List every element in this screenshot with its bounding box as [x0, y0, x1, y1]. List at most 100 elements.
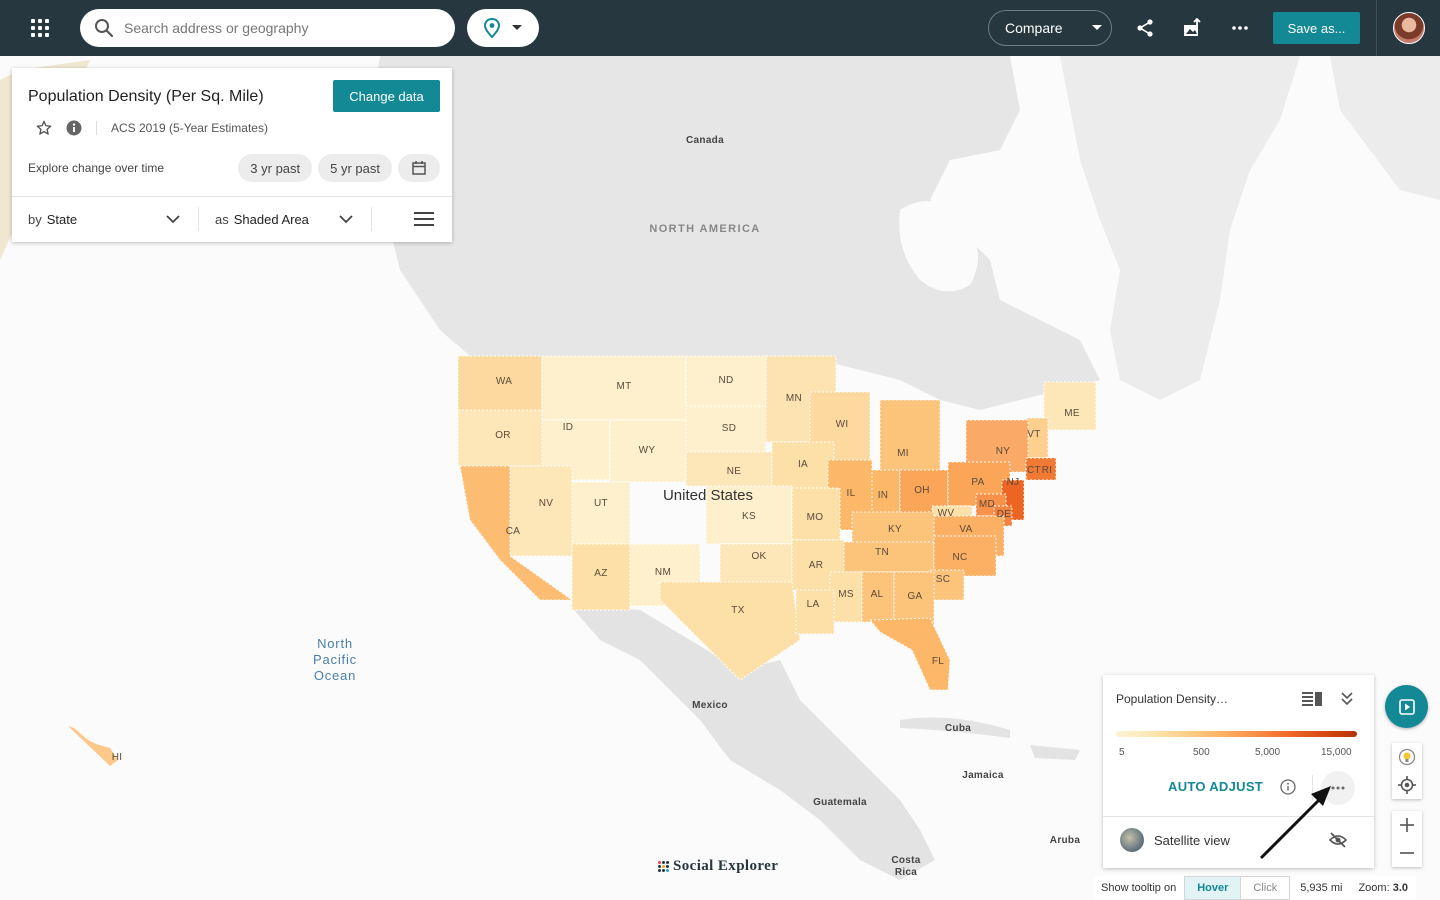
tooltip-click-option[interactable]: Click [1240, 877, 1289, 899]
state-label-nd: ND [718, 375, 733, 386]
calendar-icon [412, 161, 426, 175]
brand-name: Social Explorer [673, 858, 779, 874]
state-label-sd: SD [722, 423, 737, 434]
state-label-mt: MT [616, 381, 631, 392]
state-label-id: ID [563, 422, 574, 433]
state-label-mo: MO [807, 512, 824, 523]
state-label-pa: PA [971, 477, 984, 488]
label-ocean-1: North [317, 636, 353, 651]
state-label-wa: WA [496, 376, 512, 387]
state-label-me: ME [1064, 408, 1080, 419]
state-label-ri: RI [1042, 465, 1053, 476]
state-label-nv: NV [539, 498, 554, 509]
by-prefix: by [28, 211, 42, 227]
search-icon [95, 19, 114, 38]
as-shaded-area-dropdown[interactable]: as Shaded Area [199, 212, 371, 227]
state-label-ny: NY [996, 446, 1011, 457]
change-data-button[interactable]: Change data [333, 80, 440, 112]
collapse-legend-icon[interactable] [1341, 692, 1353, 706]
state-label-ok: OK [751, 551, 766, 562]
apps-grid-icon[interactable] [28, 16, 52, 40]
search-bar[interactable] [80, 9, 455, 47]
satellite-view-label[interactable]: Satellite view [1154, 833, 1230, 848]
zoom-out-icon[interactable] [1392, 839, 1422, 867]
share-icon[interactable] [1133, 16, 1157, 40]
state-label-wi: WI [836, 419, 849, 430]
map-pin-icon [483, 18, 501, 38]
save-as-button[interactable]: Save as... [1273, 12, 1360, 44]
survey-label[interactable]: ACS 2019 (5-Year Estimates) [111, 121, 268, 135]
state-label-wy: WY [639, 445, 656, 456]
legend-title: Population Density… [1116, 692, 1229, 706]
label-jamaica: Jamaica [962, 770, 1004, 781]
scale-label: 5,935 mi [1300, 882, 1343, 894]
label-united-states: United States [663, 487, 753, 504]
brand-logo: Social Explorer [658, 858, 778, 875]
export-image-icon[interactable] [1180, 16, 1204, 40]
more-horizontal-icon[interactable] [1228, 16, 1252, 40]
state-label-ga: GA [907, 591, 922, 602]
calendar-button[interactable] [398, 154, 440, 182]
compare-button[interactable]: Compare [988, 10, 1112, 46]
tooltip-hover-option[interactable]: Hover [1185, 877, 1241, 899]
satellite-thumbnail[interactable] [1120, 828, 1144, 852]
auto-adjust-button[interactable]: AUTO ADJUST [1168, 779, 1263, 794]
state-label-wv: WV [938, 508, 955, 519]
as-prefix: as [215, 211, 229, 227]
state-label-tn: TN [875, 547, 889, 558]
chevron-down-icon [1091, 25, 1102, 30]
data-panel: Population Density (Per Sq. Mile) Change… [12, 68, 452, 242]
info-icon[interactable] [66, 120, 82, 136]
state-label-ca: CA [506, 526, 521, 537]
label-aruba: Aruba [1050, 835, 1081, 846]
zoom-level: Zoom: 3.0 [1358, 882, 1416, 894]
chevron-down-icon [339, 214, 353, 223]
my-location-icon[interactable] [1392, 771, 1422, 799]
chip-3yr-past[interactable]: 3 yr past [238, 154, 313, 182]
by-state-dropdown[interactable]: by State [28, 212, 198, 227]
zoom-in-icon[interactable] [1392, 811, 1422, 839]
state-label-de: DE [997, 509, 1012, 520]
location-controls [1392, 743, 1422, 799]
state-label-ms: MS [838, 589, 854, 600]
state-label-in: IN [878, 490, 889, 501]
bottom-status-bar: Show tooltip on Hover Click 5,935 mi Zoo… [1093, 876, 1416, 900]
user-avatar[interactable] [1393, 12, 1425, 44]
chip-5yr-past[interactable]: 5 yr past [318, 154, 392, 182]
zoom-controls [1392, 811, 1422, 867]
legend-tick: 500 [1193, 747, 1210, 758]
search-input[interactable] [124, 20, 424, 36]
layer-menu-button[interactable] [372, 212, 440, 226]
state-label-tx: TX [731, 605, 744, 616]
state-label-mi: MI [897, 448, 909, 459]
compare-label: Compare [1005, 20, 1063, 36]
data-meta: ACS 2019 (5-Year Estimates) [36, 120, 268, 136]
label-cuba: Cuba [945, 723, 971, 734]
state-label-la: LA [807, 599, 820, 610]
annotation-arrow [1259, 786, 1331, 860]
play-box-icon [1398, 698, 1415, 715]
state-label-va: VA [959, 524, 972, 535]
state-label-ar: AR [809, 560, 824, 571]
legend-tick: 15,000 [1321, 747, 1352, 758]
explore-row: Explore change over time 3 yr past 5 yr … [28, 154, 440, 182]
meta-separator [96, 121, 97, 135]
topbar-divider [1376, 0, 1377, 56]
legend-layout-icon[interactable] [1302, 692, 1322, 706]
lightbulb-pin-icon[interactable] [1392, 743, 1422, 771]
chevron-down-icon [512, 25, 522, 30]
star-icon[interactable] [36, 120, 52, 136]
presentation-button[interactable] [1385, 685, 1428, 728]
tooltip-toggle: Hover Click [1184, 876, 1291, 900]
label-canada: Canada [686, 135, 724, 146]
state-label-az: AZ [594, 568, 607, 579]
legend-tick: 5 [1119, 747, 1125, 758]
label-costa-rica-2: Rica [895, 867, 917, 878]
label-ocean-3: Ocean [314, 668, 356, 683]
label-guatemala: Guatemala [813, 797, 867, 808]
location-button[interactable] [467, 9, 539, 47]
chevron-down-icon [166, 214, 180, 223]
state-label-vt: VT [1027, 429, 1040, 440]
legend-color-bar [1116, 731, 1357, 737]
brand-dots-icon [658, 861, 669, 872]
